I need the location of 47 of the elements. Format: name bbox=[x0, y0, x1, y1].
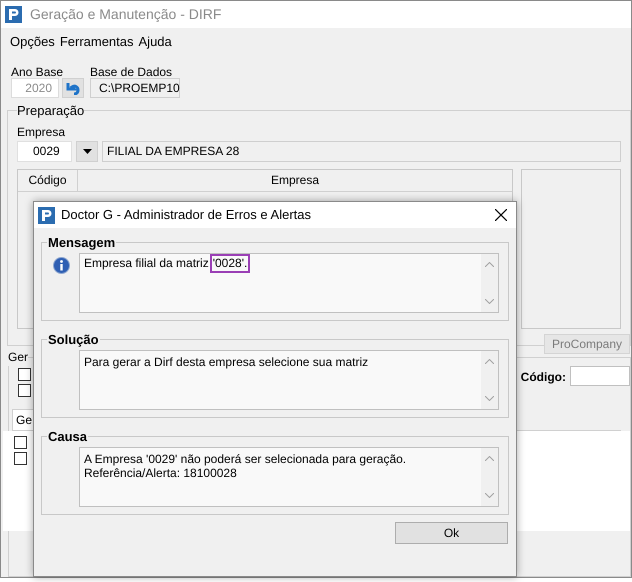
window-title: Geração e Manutenção - DIRF bbox=[30, 5, 222, 24]
info-icon bbox=[53, 256, 70, 274]
message-text: A Empresa '0029' não poderá ser selecionada para geração. bbox=[84, 452, 406, 466]
caret-icon bbox=[82, 148, 92, 154]
dropdown-button[interactable] bbox=[76, 140, 98, 162]
scroll-up-icon[interactable] bbox=[485, 456, 494, 460]
message-text: Referência/Alerta: 18100028 bbox=[84, 466, 237, 480]
database-field: C:\PROEMP10 bbox=[90, 78, 180, 98]
text-area[interactable]: Para gerar a Dirf desta empresa selecione sua matriz bbox=[79, 350, 499, 410]
code-field[interactable] bbox=[570, 366, 630, 386]
undo-icon bbox=[65, 81, 81, 95]
checkbox[interactable] bbox=[14, 452, 27, 465]
scroll-up-icon[interactable] bbox=[485, 262, 494, 266]
ok-button[interactable]: Ok bbox=[395, 522, 508, 544]
close-icon bbox=[495, 209, 507, 221]
message-text: Empresa filial da matriz bbox=[84, 256, 209, 270]
scroll-down-icon[interactable] bbox=[485, 492, 494, 498]
section-title: Causa bbox=[47, 428, 88, 446]
menu-item[interactable]: Ferramentas bbox=[60, 32, 134, 52]
undo-button[interactable] bbox=[62, 78, 84, 98]
group-title: Preparação bbox=[17, 102, 84, 120]
scroll-down-icon[interactable] bbox=[485, 298, 494, 304]
column-header[interactable]: Empresa bbox=[78, 170, 512, 190]
text-area[interactable]: Empresa filial da matriz '0028'. bbox=[79, 252, 499, 312]
field-label: Código: bbox=[520, 369, 566, 386]
field-label: Ano Base bbox=[11, 64, 64, 78]
checkbox[interactable] bbox=[18, 368, 31, 381]
menu-item[interactable]: Ajuda bbox=[138, 32, 172, 52]
checkbox[interactable] bbox=[18, 384, 31, 397]
company-code-field[interactable]: 0029 bbox=[17, 140, 72, 162]
section-title: Solução bbox=[47, 331, 100, 349]
app-logo-icon bbox=[5, 6, 22, 23]
checkbox[interactable] bbox=[14, 436, 27, 449]
company-name-field: FILIAL DA EMPRESA 28 bbox=[102, 140, 621, 162]
app-logo-icon bbox=[38, 206, 55, 224]
message-text: Para gerar a Dirf desta empresa selecione sua matriz bbox=[84, 354, 368, 368]
column-header[interactable]: Código bbox=[18, 170, 78, 190]
scroll-down-icon[interactable] bbox=[485, 396, 494, 400]
section-title: Mensagem bbox=[47, 234, 116, 252]
menu-item[interactable]: Opções bbox=[10, 32, 55, 52]
dialog-title: Doctor G - Administrador de Erros e Alertas bbox=[61, 206, 312, 224]
scroll-up-icon[interactable] bbox=[485, 358, 494, 364]
field-label: Empresa bbox=[17, 124, 66, 136]
field-label: Base de Dados bbox=[90, 64, 174, 78]
group-title: Ger bbox=[8, 349, 28, 366]
text-area[interactable]: A Empresa '0029' não poderá ser selecionada para geração. Referência/Alerta: 18100028 bbox=[79, 446, 499, 506]
highlighted-text: '0028'. bbox=[210, 254, 250, 272]
